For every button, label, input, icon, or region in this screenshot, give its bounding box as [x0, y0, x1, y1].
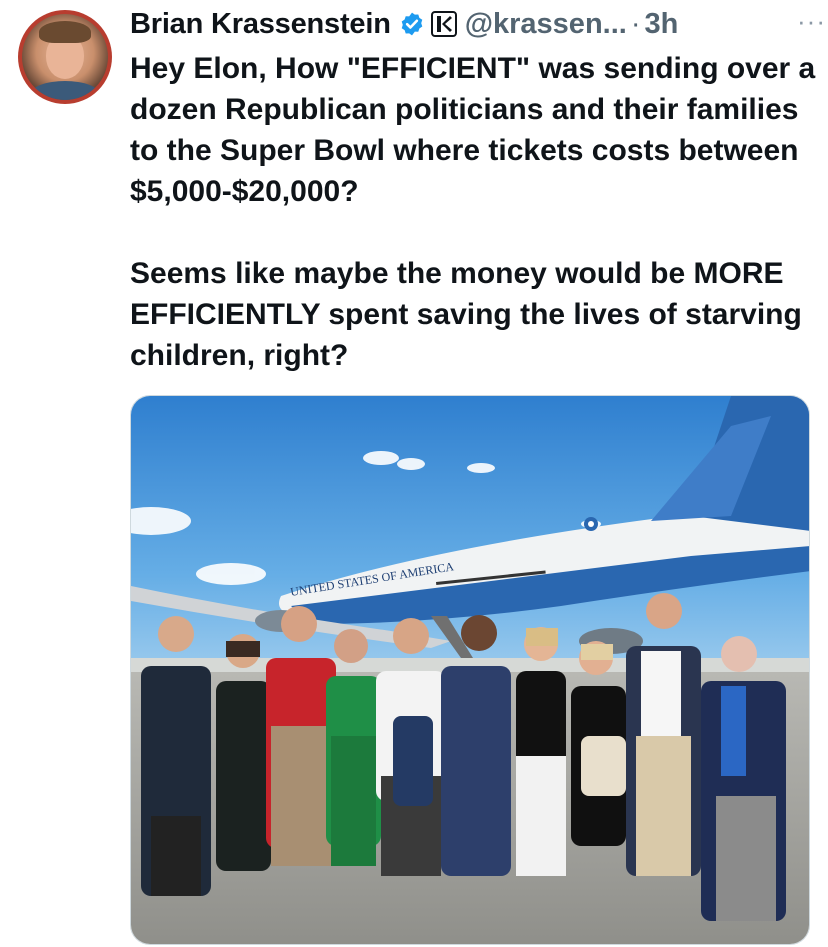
verified-badge-icon [399, 11, 425, 37]
timestamp[interactable]: 3h [645, 8, 679, 41]
avatar-photo [22, 14, 108, 100]
author-handle[interactable]: @krassen... [465, 8, 627, 41]
tweet-header: Brian Krassenstein @krassen... · 3h [130, 6, 820, 42]
avatar[interactable] [18, 10, 112, 104]
separator-dot: · [630, 7, 641, 40]
author-name[interactable]: Brian Krassenstein [130, 8, 391, 41]
more-options-icon[interactable]: ··· [797, 6, 826, 37]
tweet-card: Brian Krassenstein @krassen... · 3h ··· … [0, 0, 828, 947]
tweet-photo[interactable]: UNITED STATES OF AMERICA [130, 395, 810, 945]
affiliate-k-icon[interactable] [430, 11, 457, 37]
tweet-text: Hey Elon, How "EFFICIENT" was sending ov… [130, 52, 816, 372]
